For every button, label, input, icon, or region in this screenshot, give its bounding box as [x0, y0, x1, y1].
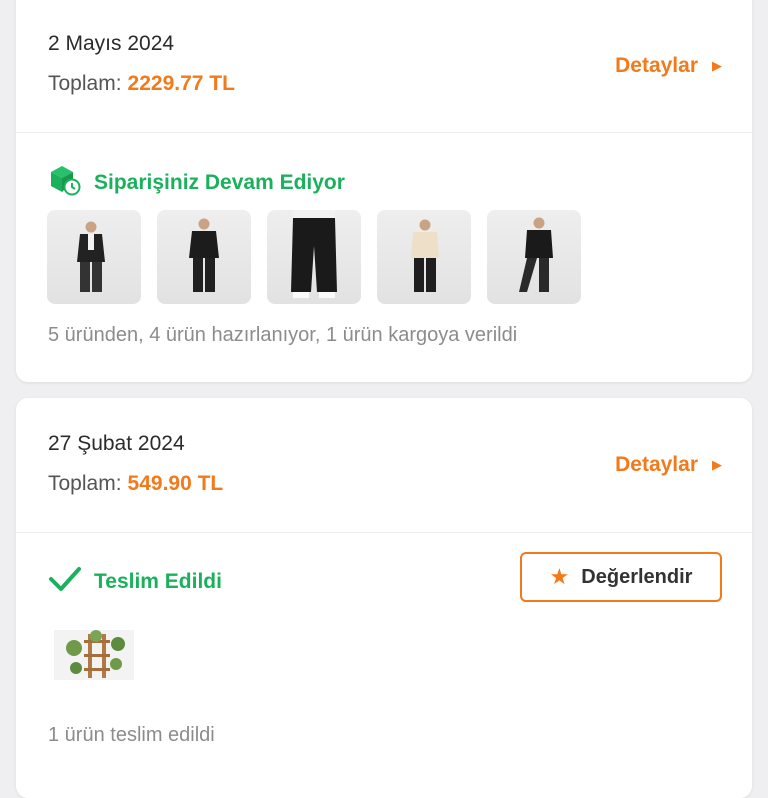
details-link[interactable]: Detaylar ▶ [615, 453, 722, 477]
total-amount: 549.90 TL [127, 472, 224, 495]
chevron-right-icon: ▶ [712, 457, 722, 472]
order-status: Siparişiniz Devam Ediyor [48, 164, 345, 201]
total-amount: 2229.77 TL [127, 72, 235, 95]
package-clock-icon [48, 164, 82, 201]
product-thumbnail[interactable] [54, 630, 134, 680]
product-thumbnail[interactable] [377, 210, 471, 304]
order-summary: 5 üründen, 4 ürün hazırlanıyor, 1 ürün k… [48, 324, 518, 346]
total-label: Toplam: [48, 72, 122, 95]
status-label: Siparişiniz Devam Ediyor [94, 170, 345, 194]
order-total: Toplam: 2229.77 TL [48, 72, 235, 96]
product-thumbnail[interactable] [487, 210, 581, 304]
product-thumbnail[interactable] [47, 210, 141, 304]
rate-button-label: Değerlendir [581, 565, 693, 588]
product-thumbnail[interactable] [267, 210, 361, 304]
order-header: 27 Şubat 2024 Toplam: 549.90 TL Detaylar … [16, 398, 752, 533]
star-icon: ★ [549, 564, 570, 589]
details-label: Detaylar [615, 54, 698, 77]
product-thumbnail[interactable] [157, 210, 251, 304]
rate-button[interactable]: ★ Değerlendir [520, 552, 722, 602]
order-card: 27 Şubat 2024 Toplam: 549.90 TL Detaylar … [16, 398, 752, 798]
order-card: 2 Mayıs 2024 Toplam: 2229.77 TL Detaylar … [16, 0, 752, 382]
status-label: Teslim Edildi [94, 569, 222, 593]
total-label: Toplam: [48, 472, 122, 495]
details-label: Detaylar [615, 453, 698, 476]
chevron-right-icon: ▶ [712, 58, 722, 73]
order-total: Toplam: 549.90 TL [48, 472, 223, 496]
order-date: 27 Şubat 2024 [48, 432, 185, 455]
product-thumbnails [47, 210, 581, 304]
details-link[interactable]: Detaylar ▶ [615, 54, 722, 78]
order-date: 2 Mayıs 2024 [48, 32, 175, 55]
checkmark-icon [48, 564, 82, 599]
order-header: 2 Mayıs 2024 Toplam: 2229.77 TL Detaylar … [16, 0, 752, 133]
order-status: Teslim Edildi [48, 564, 222, 599]
order-summary: 1 ürün teslim edildi [48, 724, 215, 746]
